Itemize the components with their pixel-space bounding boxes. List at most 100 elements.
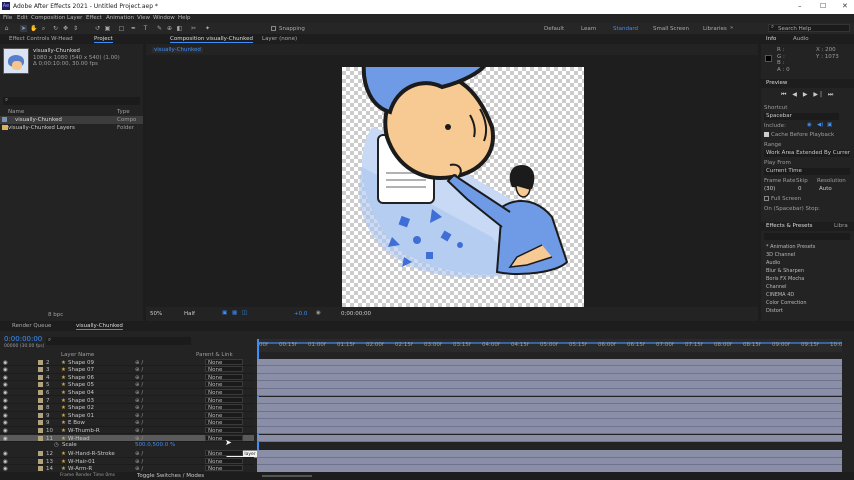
layer-row[interactable]: ◉ 9 ★ Shape 01 ⊕ ∕ None bbox=[0, 411, 254, 420]
layer-duration-bar[interactable] bbox=[257, 381, 842, 389]
layer-row[interactable]: ◉ 2 ★ Shape 09 ⊕ ∕ None bbox=[0, 358, 254, 367]
layer-name[interactable]: Shape 01 bbox=[68, 413, 94, 419]
menu-effect[interactable]: Effect bbox=[86, 15, 102, 21]
tab-info[interactable]: Info bbox=[766, 36, 776, 42]
timeline-search-input[interactable] bbox=[46, 337, 191, 345]
layer-duration-bar[interactable] bbox=[257, 457, 842, 466]
layer-duration-bar[interactable] bbox=[257, 358, 842, 367]
layer-name[interactable]: Shape 09 bbox=[68, 360, 94, 366]
tab-effects-presets[interactable]: Effects & Presets bbox=[766, 223, 813, 229]
tab-effect-controls[interactable]: Effect Controls W-Head bbox=[9, 36, 73, 42]
hand-tool-icon[interactable]: ✋ bbox=[30, 25, 37, 32]
stopwatch-icon[interactable]: ◷ bbox=[54, 442, 59, 448]
label-color-icon[interactable] bbox=[38, 458, 43, 464]
layer-name[interactable]: W-Thumb-R bbox=[68, 428, 100, 434]
layer-row[interactable]: ◉ 4 ★ Shape 06 ⊕ ∕ None bbox=[0, 373, 254, 382]
layer-row[interactable]: ◉ 9 ★ E Bow ⊕ ∕ None bbox=[0, 419, 254, 427]
fullscreen-checkbox[interactable] bbox=[764, 196, 769, 201]
parent-dropdown[interactable]: None bbox=[205, 366, 243, 373]
parent-dropdown[interactable]: None bbox=[205, 465, 243, 472]
label-color-icon[interactable] bbox=[38, 420, 43, 426]
zoom-dropdown[interactable]: 50% bbox=[150, 311, 162, 317]
menu-layer[interactable]: Layer bbox=[67, 15, 82, 21]
workspace-learn[interactable]: Learn bbox=[581, 26, 596, 32]
effects-item[interactable]: Channel bbox=[766, 284, 787, 290]
effects-item[interactable]: * Animation Presets bbox=[766, 244, 815, 250]
workspace-small-screen[interactable]: Small Screen bbox=[653, 26, 689, 32]
label-color-icon[interactable] bbox=[38, 412, 43, 418]
workspace-default[interactable]: Default bbox=[544, 26, 564, 32]
scale-value[interactable]: 500.0,500.0 % bbox=[135, 442, 175, 448]
tab-layer[interactable]: Layer (none) bbox=[262, 36, 297, 42]
layer-name[interactable]: W-Head bbox=[68, 436, 90, 442]
label-color-icon[interactable] bbox=[38, 382, 43, 388]
menu-animation[interactable]: Animation bbox=[106, 15, 134, 21]
layer-row[interactable]: ◉ 3 ★ Shape 07 ⊕ ∕ None bbox=[0, 366, 254, 374]
col-name[interactable]: Name bbox=[8, 109, 24, 115]
include-audio-icon[interactable]: ◀) bbox=[817, 122, 823, 128]
layer-row[interactable]: ◉ 10 ★ W-Thumb-R ⊕ ∕ None bbox=[0, 426, 254, 435]
layer-row[interactable]: ◉ 11 ★ W-Head ⊕ ∕ None bbox=[0, 434, 254, 443]
toggle-switches-modes[interactable]: Toggle Switches / Modes bbox=[137, 473, 204, 479]
label-color-icon[interactable] bbox=[38, 374, 43, 380]
shy-switch-icon[interactable]: ⊕ ∕ bbox=[135, 398, 143, 404]
selection-tool-icon[interactable]: ➤ bbox=[20, 25, 27, 32]
layer-duration-bar[interactable] bbox=[257, 404, 842, 412]
parent-dropdown[interactable]: None bbox=[205, 388, 243, 396]
zoom-tool-icon[interactable]: ⌕ bbox=[40, 25, 47, 32]
eye-icon[interactable]: ◉ bbox=[3, 375, 8, 381]
comp-breadcrumb[interactable]: visually-Chunked bbox=[152, 47, 203, 53]
tab-audio[interactable]: Audio bbox=[793, 36, 809, 42]
comp-canvas[interactable] bbox=[342, 67, 584, 307]
layer-name[interactable]: Shape 06 bbox=[68, 375, 94, 381]
parent-dropdown[interactable]: None bbox=[205, 381, 243, 388]
zoom-slider[interactable] bbox=[262, 475, 312, 477]
workspace-menu-icon[interactable]: » bbox=[730, 25, 733, 31]
effects-item[interactable]: Distort bbox=[766, 308, 783, 314]
rotate-tool-icon[interactable]: ↺ bbox=[94, 25, 101, 32]
label-color-icon[interactable] bbox=[38, 435, 43, 441]
layer-name[interactable]: Shape 05 bbox=[68, 382, 94, 388]
label-color-icon[interactable] bbox=[38, 427, 43, 433]
label-color-icon[interactable] bbox=[38, 451, 43, 456]
eye-icon[interactable]: ◉ bbox=[3, 436, 8, 442]
shy-switch-icon[interactable]: ⊕ ∕ bbox=[135, 360, 143, 366]
skip-dropdown[interactable]: 0 bbox=[798, 186, 802, 192]
eye-icon[interactable]: ◉ bbox=[3, 420, 8, 426]
layer-duration-bar[interactable] bbox=[257, 426, 842, 435]
layer-duration-bar[interactable] bbox=[257, 373, 842, 382]
mask-visibility-icon[interactable]: ◫ bbox=[242, 310, 247, 316]
playfrom-dropdown[interactable]: Current Time bbox=[764, 168, 850, 175]
bpc-label[interactable]: 8 bpc bbox=[48, 312, 63, 318]
range-dropdown[interactable]: Work Area Extended By Current... bbox=[764, 150, 850, 157]
close-icon[interactable]: ✕ bbox=[842, 2, 848, 10]
tab-timeline-comp[interactable]: visually-Chunked bbox=[76, 323, 123, 330]
layer-name[interactable]: Shape 02 bbox=[68, 405, 94, 411]
resolution-dropdown[interactable]: Auto bbox=[819, 186, 832, 192]
eye-icon[interactable]: ◉ bbox=[3, 451, 8, 457]
parent-dropdown[interactable]: None bbox=[205, 457, 243, 465]
dolly-tool-icon[interactable]: ⇕ bbox=[72, 25, 79, 32]
tab-composition[interactable]: Composition visually-Chunked bbox=[170, 36, 253, 43]
parent-dropdown[interactable]: None bbox=[205, 404, 243, 411]
effects-item[interactable]: 3D Channel bbox=[766, 252, 795, 258]
framerate-dropdown[interactable]: (30) bbox=[764, 186, 775, 192]
eye-icon[interactable]: ◉ bbox=[3, 360, 8, 366]
parent-dropdown[interactable]: None bbox=[205, 434, 243, 442]
effects-item[interactable]: Color Correction bbox=[766, 300, 807, 306]
timeline-timecode[interactable]: 0:00:00:00 bbox=[4, 335, 42, 343]
region-icon[interactable]: ▣ bbox=[222, 310, 227, 316]
layer-name[interactable]: W-Hair-01 bbox=[68, 459, 95, 465]
layer-name[interactable]: W-Hand-R-Stroke bbox=[68, 451, 115, 457]
shy-switch-icon[interactable]: ⊕ ∕ bbox=[135, 390, 143, 396]
preview-controls[interactable]: ⏮ ◀ ▶ ▶| ⏭ bbox=[781, 91, 835, 99]
col-type[interactable]: Type bbox=[117, 109, 130, 115]
workspace-libraries[interactable]: Libraries bbox=[703, 26, 727, 32]
eye-icon[interactable]: ◉ bbox=[3, 459, 8, 465]
layer-duration-bar[interactable] bbox=[257, 450, 842, 458]
parent-dropdown[interactable]: None bbox=[205, 419, 243, 426]
effects-item[interactable]: Boris FX Mocha bbox=[766, 276, 804, 282]
eye-icon[interactable]: ◉ bbox=[3, 390, 8, 396]
shy-switch-icon[interactable]: ⊕ ∕ bbox=[135, 367, 143, 373]
label-color-icon[interactable] bbox=[38, 397, 43, 403]
